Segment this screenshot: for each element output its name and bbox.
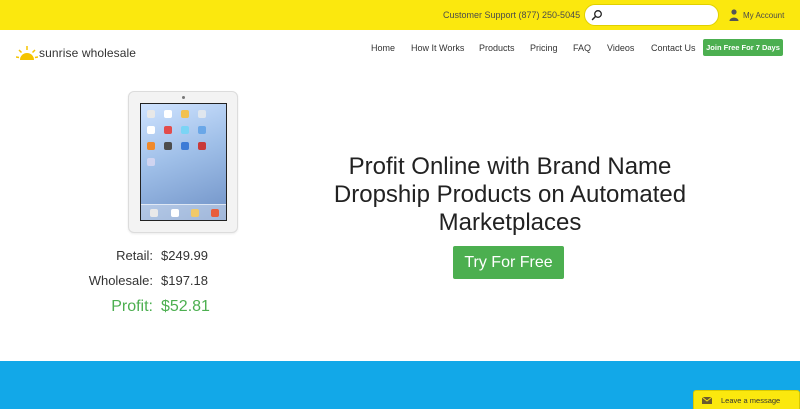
retail-row: Retail: [0,248,153,268]
app-icon [181,142,189,150]
app-icon [147,158,155,166]
headline-line: Dropship Products on Automated [333,181,687,208]
app-icon [147,142,155,150]
wholesale-label: Wholesale: [88,273,153,288]
my-account-label: My Account [743,10,785,20]
mail-icon [702,396,712,404]
my-account-link[interactable]: My Account [729,8,784,22]
app-icon [198,126,206,134]
user-icon [729,9,739,21]
nav-pricing[interactable]: Pricing [530,43,558,53]
tablet-dock [141,204,226,220]
wholesale-value: $197.18 [161,273,208,288]
main-navbar: sunrise wholesale Home How It Works Prod… [0,30,800,66]
app-icon [147,126,155,134]
nav-videos[interactable]: Videos [607,43,634,53]
leave-message-label: Leave a message [721,395,781,405]
app-icon [164,110,172,118]
app-icon [198,142,206,150]
app-icon [191,209,199,217]
app-icon [181,126,189,134]
headline-line: Marketplaces [438,209,582,236]
hero-headline: Profit Online with Brand Name Dropship P… [300,153,720,237]
retail-label: Retail: [116,248,153,263]
app-icon [150,209,158,217]
app-icon [147,110,155,118]
camera-dot [182,96,185,99]
sun-icon [16,46,38,60]
product-image [128,91,238,233]
nav-home[interactable]: Home [371,43,395,53]
app-icon [171,209,179,217]
brand-name: sunrise wholesale [39,46,137,60]
app-icon [164,142,172,150]
headline-line: Profit Online with Brand Name [348,153,672,180]
leave-message-widget[interactable]: Leave a message [693,390,800,409]
nav-how-it-works[interactable]: How It Works [411,43,464,53]
search-input[interactable] [584,4,719,26]
profit-value: $52.81 [161,298,210,315]
try-for-free-button[interactable]: Try For Free [453,246,564,279]
nav-products[interactable]: Products [479,43,515,53]
wholesale-row: Wholesale: [0,273,153,293]
nav-faq[interactable]: FAQ [573,43,591,53]
brand-logo[interactable]: sunrise wholesale [16,38,136,60]
app-icon [198,110,206,118]
app-icon [211,209,219,217]
profit-row: Profit: [0,298,153,318]
blue-band [0,361,800,409]
nav-contact-us[interactable]: Contact Us [651,43,696,53]
tablet-screen [140,103,227,221]
top-bar: Customer Support (877) 250-5045 My Accou… [0,0,800,30]
retail-value: $249.99 [161,248,208,263]
customer-support-text: Customer Support (877) 250-5045 [443,10,581,20]
app-icon [164,126,172,134]
join-free-button[interactable]: Join Free For 7 Days [703,39,783,56]
profit-label: Profit: [111,298,153,315]
search-icon[interactable] [591,9,603,21]
app-icon [181,110,189,118]
